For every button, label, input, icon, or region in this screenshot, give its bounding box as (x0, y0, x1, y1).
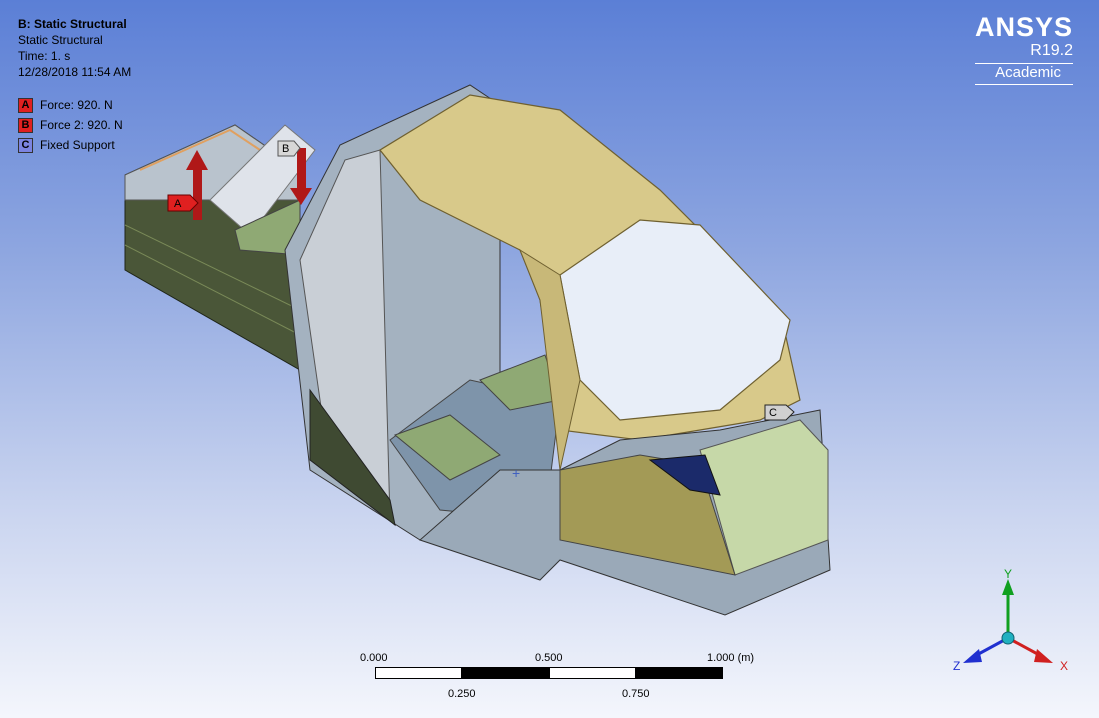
tag-c-label: C (769, 407, 777, 419)
axis-label-x: X (1060, 659, 1068, 673)
scale-label-0500: 0.500 (535, 652, 563, 664)
scale-segment-1 (375, 667, 462, 679)
center-marker: + (512, 465, 520, 481)
scale-label-0250: 0.250 (448, 688, 476, 700)
scale-segment-4 (636, 667, 723, 679)
axis-label-z: Z (953, 659, 960, 673)
vehicle-body-model[interactable]: A B C + (0, 0, 1099, 718)
scale-label-1000: 1.000 (m) (707, 652, 755, 664)
tag-b-label: B (282, 143, 289, 155)
scale-bar: 0.000 0.500 1.000 (m) 0.250 0.750 (360, 652, 754, 712)
scale-label-0: 0.000 (360, 652, 388, 664)
scale-label-0750: 0.750 (622, 688, 650, 700)
tag-a-label: A (174, 198, 182, 210)
scale-segment-2 (462, 667, 549, 679)
scale-segment-3 (549, 667, 636, 679)
axis-label-y: Y (1004, 567, 1012, 581)
coordinate-triad[interactable]: Y X Z (945, 565, 1075, 675)
graphics-viewport[interactable]: B: Static Structural Static Structural T… (0, 0, 1099, 718)
